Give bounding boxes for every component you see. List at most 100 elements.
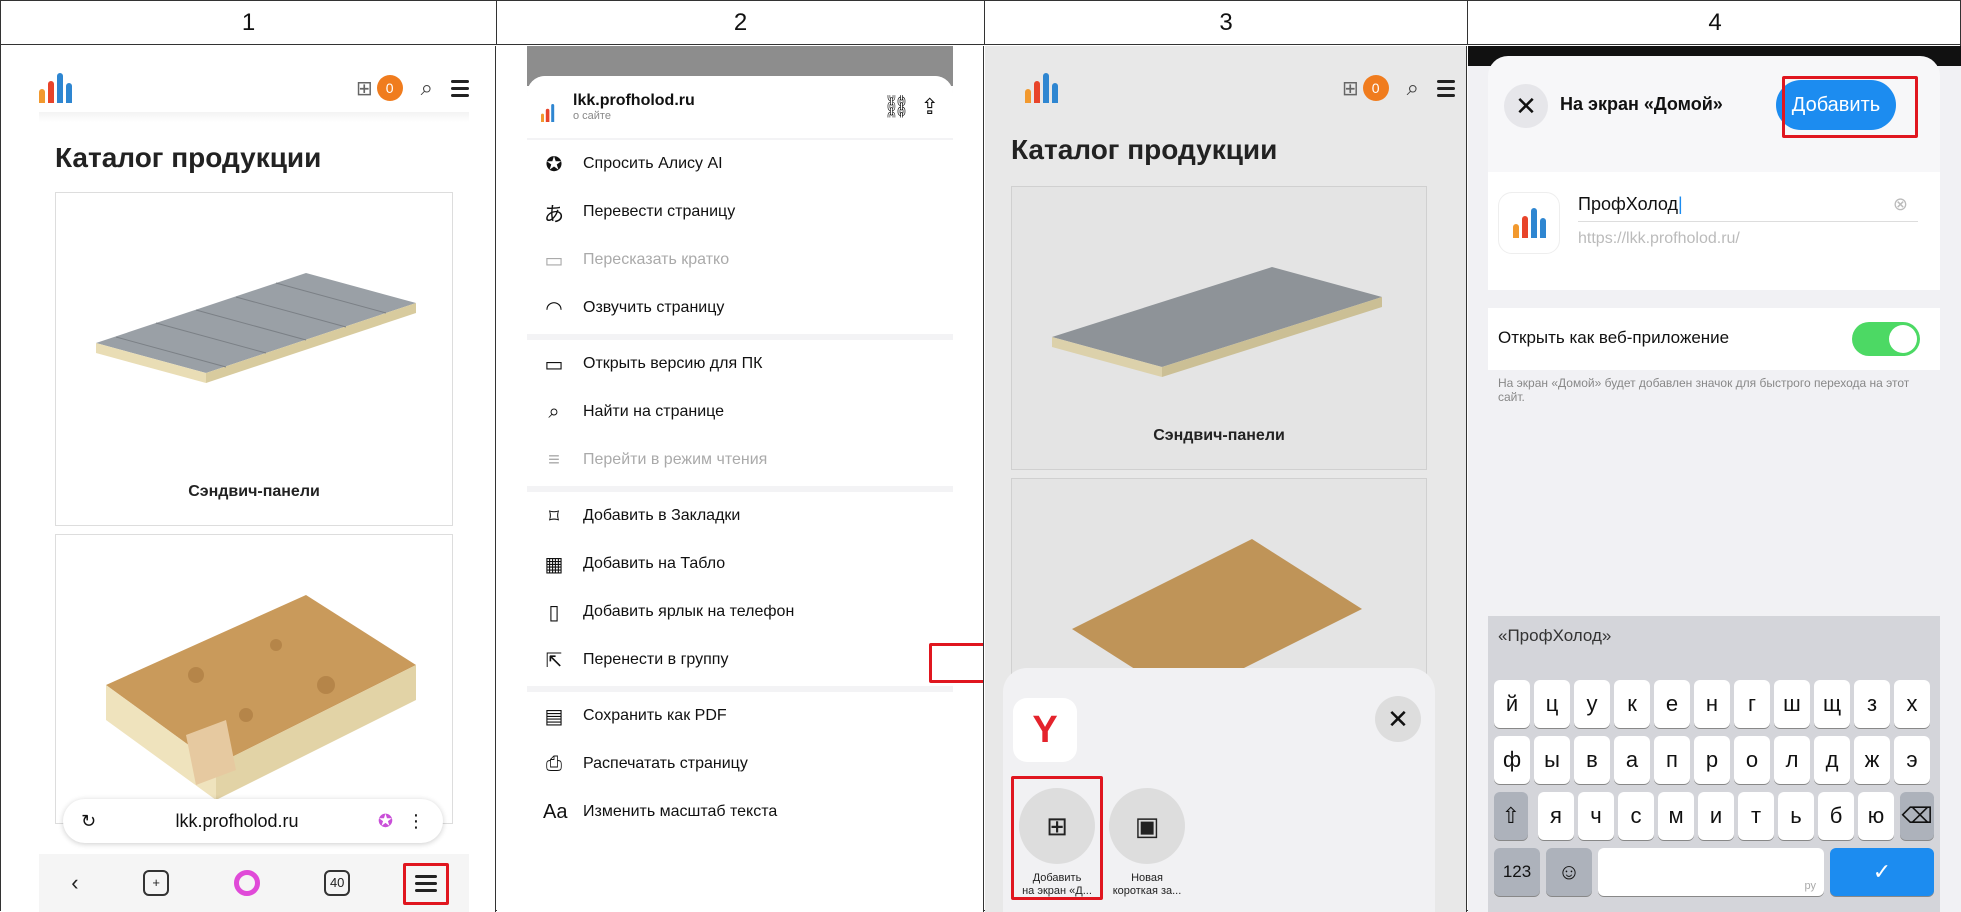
menu-item-label: Изменить масштаб текста [583,803,778,820]
cart-icon: ⊞ [1341,77,1359,100]
key[interactable]: щ [1814,680,1850,728]
webapp-row: Открыть как веб-приложение [1488,308,1940,370]
close-icon[interactable]: ✕ [1504,84,1548,128]
sandwich-panel-image [1052,267,1382,377]
key[interactable]: ш [1774,680,1810,728]
key[interactable]: я [1538,792,1574,840]
done-key[interactable]: ✓ [1830,848,1934,896]
webapp-toggle[interactable] [1852,322,1920,356]
alice-ai-icon[interactable]: ✪ [378,811,393,832]
site-header-dimmed: ⊞ 0 ⌕ [1025,66,1455,110]
menu-item[interactable]: ▤ Сохранить как PDF [527,692,953,740]
clear-icon[interactable]: ⊗ [1893,186,1908,222]
key[interactable]: у [1574,680,1610,728]
menu-host: lkk.profholod.ru [573,92,695,109]
profholod-logo[interactable] [39,73,72,103]
menu-item[interactable]: ▭ Пересказать кратко [527,236,953,284]
menu-item[interactable]: ⌕ Найти на странице [527,388,953,436]
monitor-icon: ▭ [544,353,564,376]
key[interactable]: т [1738,792,1774,840]
product-card-osb[interactable] [55,534,453,824]
menu-item[interactable]: Aa Изменить масштаб текста [527,788,953,836]
about-site-link[interactable]: о сайте [573,110,873,122]
reload-icon[interactable]: ↻ [81,811,96,832]
key[interactable]: ц [1534,680,1570,728]
menu-item-label: Спросить Алису AI [583,155,723,172]
close-icon[interactable]: ✕ [1375,696,1421,742]
key[interactable]: б [1818,792,1854,840]
key[interactable]: з [1854,680,1890,728]
product-card-osb [1011,478,1427,679]
backspace-key[interactable]: ⌫ [1900,792,1934,840]
back-icon[interactable]: ‹ [71,870,78,896]
shortcut-name-field[interactable]: ПрофХолод| ⊗ [1578,186,1918,222]
key[interactable]: о [1734,736,1770,784]
menu-group-ai: ✪ Спросить Алису AI あ Перевести страницу ▭ Пе… [527,140,953,334]
search-icon: ⌕ [548,400,560,423]
key[interactable]: е [1654,680,1690,728]
key[interactable]: и [1698,792,1734,840]
key[interactable]: в [1574,736,1610,784]
shift-key[interactable]: ⇧ [1494,792,1528,840]
highlight-add-button [1782,76,1918,138]
key[interactable]: ь [1778,792,1814,840]
key[interactable]: р [1694,736,1730,784]
menu-item[interactable]: ⌑ Добавить в Закладки [527,492,953,540]
more-vertical-icon[interactable]: ⋮ [407,811,425,832]
key[interactable]: д [1814,736,1850,784]
emoji-key[interactable]: ☺ [1546,848,1592,896]
menu-item[interactable]: あ Перевести страницу [527,188,953,236]
key[interactable]: с [1618,792,1654,840]
menu-item[interactable]: ✪ Спросить Алису AI [527,140,953,188]
print-icon: ⎙ [546,752,562,775]
menu-item[interactable]: ⇱ Перенести в группу [527,636,953,684]
menu-item[interactable]: ▭ Открыть версию для ПК [527,340,953,388]
text-size-icon: Aa [543,800,568,823]
key[interactable]: а [1614,736,1650,784]
address-bar[interactable]: ↻ lkk.profholod.ru ✪ ⋮ [63,799,443,843]
search-icon: ⌕ [1406,75,1419,100]
numbers-key[interactable]: 123 [1494,848,1540,896]
key[interactable]: ч [1578,792,1614,840]
key[interactable]: х [1894,680,1930,728]
menu-item[interactable]: ▯ Добавить ярлык на телефон [527,588,953,636]
suggestion[interactable]: «ПрофХолод» [1498,626,1611,646]
menu-item[interactable]: ◠ Озвучить страницу [527,284,953,332]
key[interactable]: п [1654,736,1690,784]
key[interactable]: ф [1494,736,1530,784]
cart-button[interactable]: ⊞ 0 [356,75,403,101]
new-tab-icon[interactable]: + [143,870,170,896]
key[interactable]: ж [1854,736,1890,784]
menu-item-label: Перенести в группу [583,651,729,668]
page-title: Каталог продукции [55,142,322,173]
key[interactable]: г [1734,680,1770,728]
product-card-sandwich[interactable]: Сэндвич-панели [55,192,453,526]
tabs-count[interactable]: 40 [324,870,351,896]
menu-item[interactable]: ▦ Добавить на Табло [527,540,953,588]
lang-label: ру [1804,880,1817,892]
alice-button-icon[interactable] [233,870,260,896]
key[interactable]: э [1894,736,1930,784]
share-icon[interactable]: ⇪ [921,94,939,120]
key[interactable]: ю [1858,792,1894,840]
step-4-panel: ✕ На экран «Домой» Добавить ПрофХолод| ⊗ … [1468,46,1961,912]
key[interactable]: м [1658,792,1694,840]
highlight-add-home [1011,776,1103,900]
hint-text: На экран «Домой» будет добавлен значок д… [1498,376,1910,404]
browser-menu-sheet: lkk.profholod.ru о сайте ⛓ ⇪ ✪ Спросить Ал… [527,76,953,912]
space-key[interactable]: ру [1598,848,1824,896]
shortcut-url: https://lkk.profholod.ru/ [1578,230,1740,247]
menu-item[interactable]: ≡ Перейти в режим чтения [527,436,953,484]
key[interactable]: л [1774,736,1810,784]
key[interactable]: й [1494,680,1530,728]
link-icon[interactable]: ⛓ [883,94,911,120]
search-icon[interactable]: ⌕ [421,75,433,101]
key[interactable]: ы [1534,736,1570,784]
hamburger-menu-icon[interactable] [451,79,469,97]
menu-item-label: Добавить в Закладки [583,507,741,524]
key[interactable]: к [1614,680,1650,728]
key[interactable]: н [1694,680,1730,728]
new-shortcut-action[interactable]: ▣ Новая короткая за... [1107,788,1187,898]
menu-item[interactable]: ⎙ Распечатать страницу [527,740,953,788]
step-2-panel: lkk.profholod.ru о сайте ⛓ ⇪ ✪ Спросить Ал… [497,46,984,912]
